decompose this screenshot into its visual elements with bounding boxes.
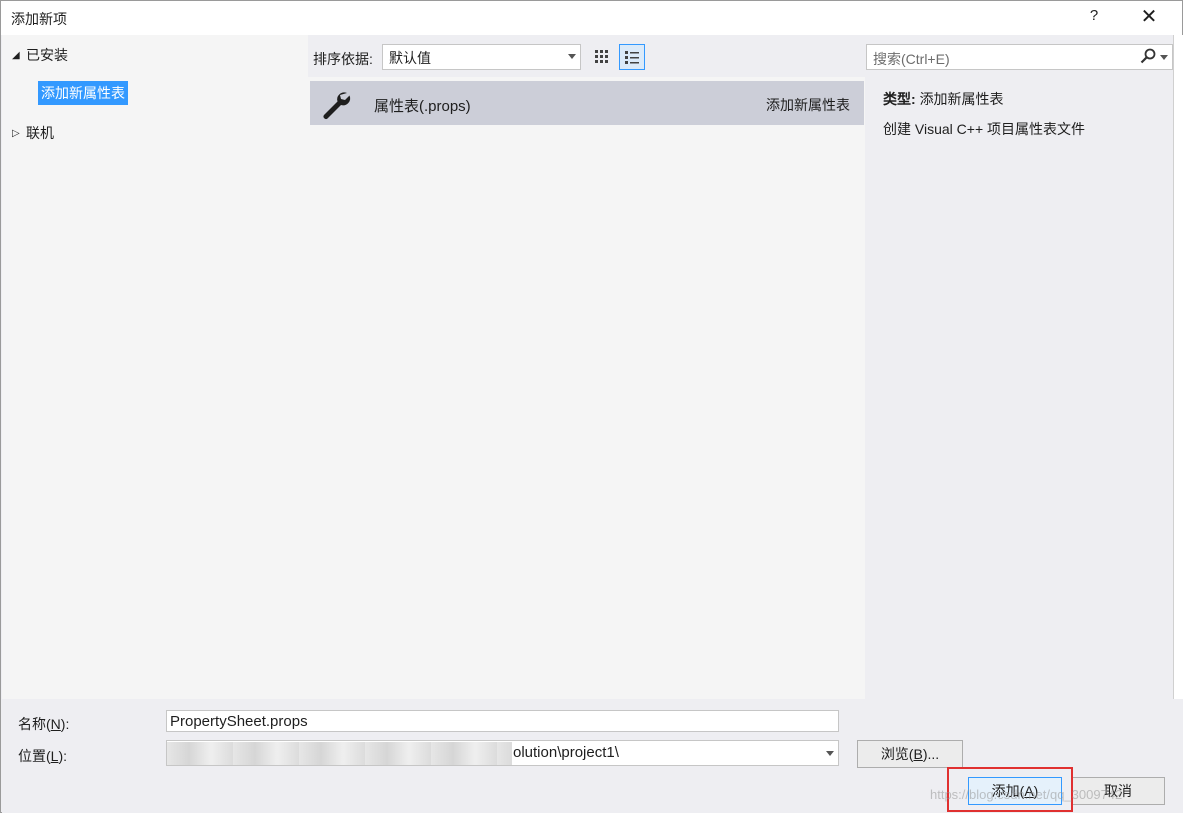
help-button[interactable]: ? <box>1082 7 1106 29</box>
bottom-form: 名称(N): PropertySheet.props 位置(L): olutio… <box>2 699 1183 813</box>
collapsed-arrow-icon[interactable]: ▷ <box>12 128 26 139</box>
browse-button[interactable]: 浏览(B)... <box>857 740 963 768</box>
type-value: 添加新属性表 <box>919 91 1004 107</box>
search-icon[interactable] <box>1140 48 1156 64</box>
add-new-item-dialog: 添加新项 ? ✕ ◢ 已安装 添加新属性表 ▷ 联机 排序依据: 默认值 属性表… <box>0 0 1183 813</box>
wrench-icon <box>323 92 351 119</box>
tree-node-online[interactable]: ▷ 联机 <box>12 123 54 143</box>
template-tree: ◢ 已安装 添加新属性表 ▷ 联机 <box>2 35 308 699</box>
type-info: 类型: 添加新属性表 <box>883 89 1004 109</box>
chevron-down-icon[interactable] <box>1160 55 1168 60</box>
chevron-down-icon[interactable] <box>826 751 834 756</box>
description: 创建 Visual C++ 项目属性表文件 <box>883 121 1086 137</box>
name-label: 名称(N): <box>18 716 70 732</box>
tree-node-installed[interactable]: ◢ 已安装 <box>12 45 68 65</box>
grid-view-button[interactable] <box>589 44 615 70</box>
list-view-button[interactable] <box>619 44 645 70</box>
title-bar: 添加新项 ? ✕ <box>1 1 1182 35</box>
tree-node-label: 已安装 <box>26 47 68 63</box>
list-item[interactable]: 属性表(.props) 添加新属性表 <box>310 81 864 125</box>
close-button[interactable]: ✕ <box>1134 5 1164 31</box>
sort-label: 排序依据: <box>313 51 373 67</box>
sort-dropdown[interactable]: 默认值 <box>382 44 581 70</box>
item-name: 属性表(.props) <box>374 98 471 115</box>
name-field[interactable]: PropertySheet.props <box>166 710 839 732</box>
background-window-edge <box>1173 35 1183 699</box>
item-category: 添加新属性表 <box>766 97 850 113</box>
expanded-arrow-icon[interactable]: ◢ <box>12 50 26 61</box>
chevron-down-icon <box>568 54 576 59</box>
search-placeholder: 搜索(Ctrl+E) <box>873 51 950 67</box>
add-button[interactable]: 添加(A) <box>968 777 1062 805</box>
details-pane: 类型: 添加新属性表 创建 Visual C++ 项目属性表文件 <box>867 77 1173 699</box>
grid-view-icon <box>595 50 608 63</box>
blurred-path <box>167 742 512 765</box>
cancel-button[interactable]: 取消 <box>1071 777 1165 805</box>
search-input[interactable]: 搜索(Ctrl+E) <box>866 44 1173 70</box>
location-value: olution\project1\ <box>513 744 619 761</box>
location-field[interactable]: olution\project1\ <box>166 740 839 766</box>
dialog-title: 添加新项 <box>11 11 67 27</box>
tree-node-label: 联机 <box>26 125 54 141</box>
sort-value: 默认值 <box>389 50 431 66</box>
type-label: 类型: <box>883 91 916 107</box>
list-view-icon <box>625 51 639 64</box>
location-label: 位置(L): <box>18 748 68 764</box>
template-list: 属性表(.props) 添加新属性表 <box>308 77 865 699</box>
tree-item-add-property-sheet[interactable]: 添加新属性表 <box>38 81 128 105</box>
